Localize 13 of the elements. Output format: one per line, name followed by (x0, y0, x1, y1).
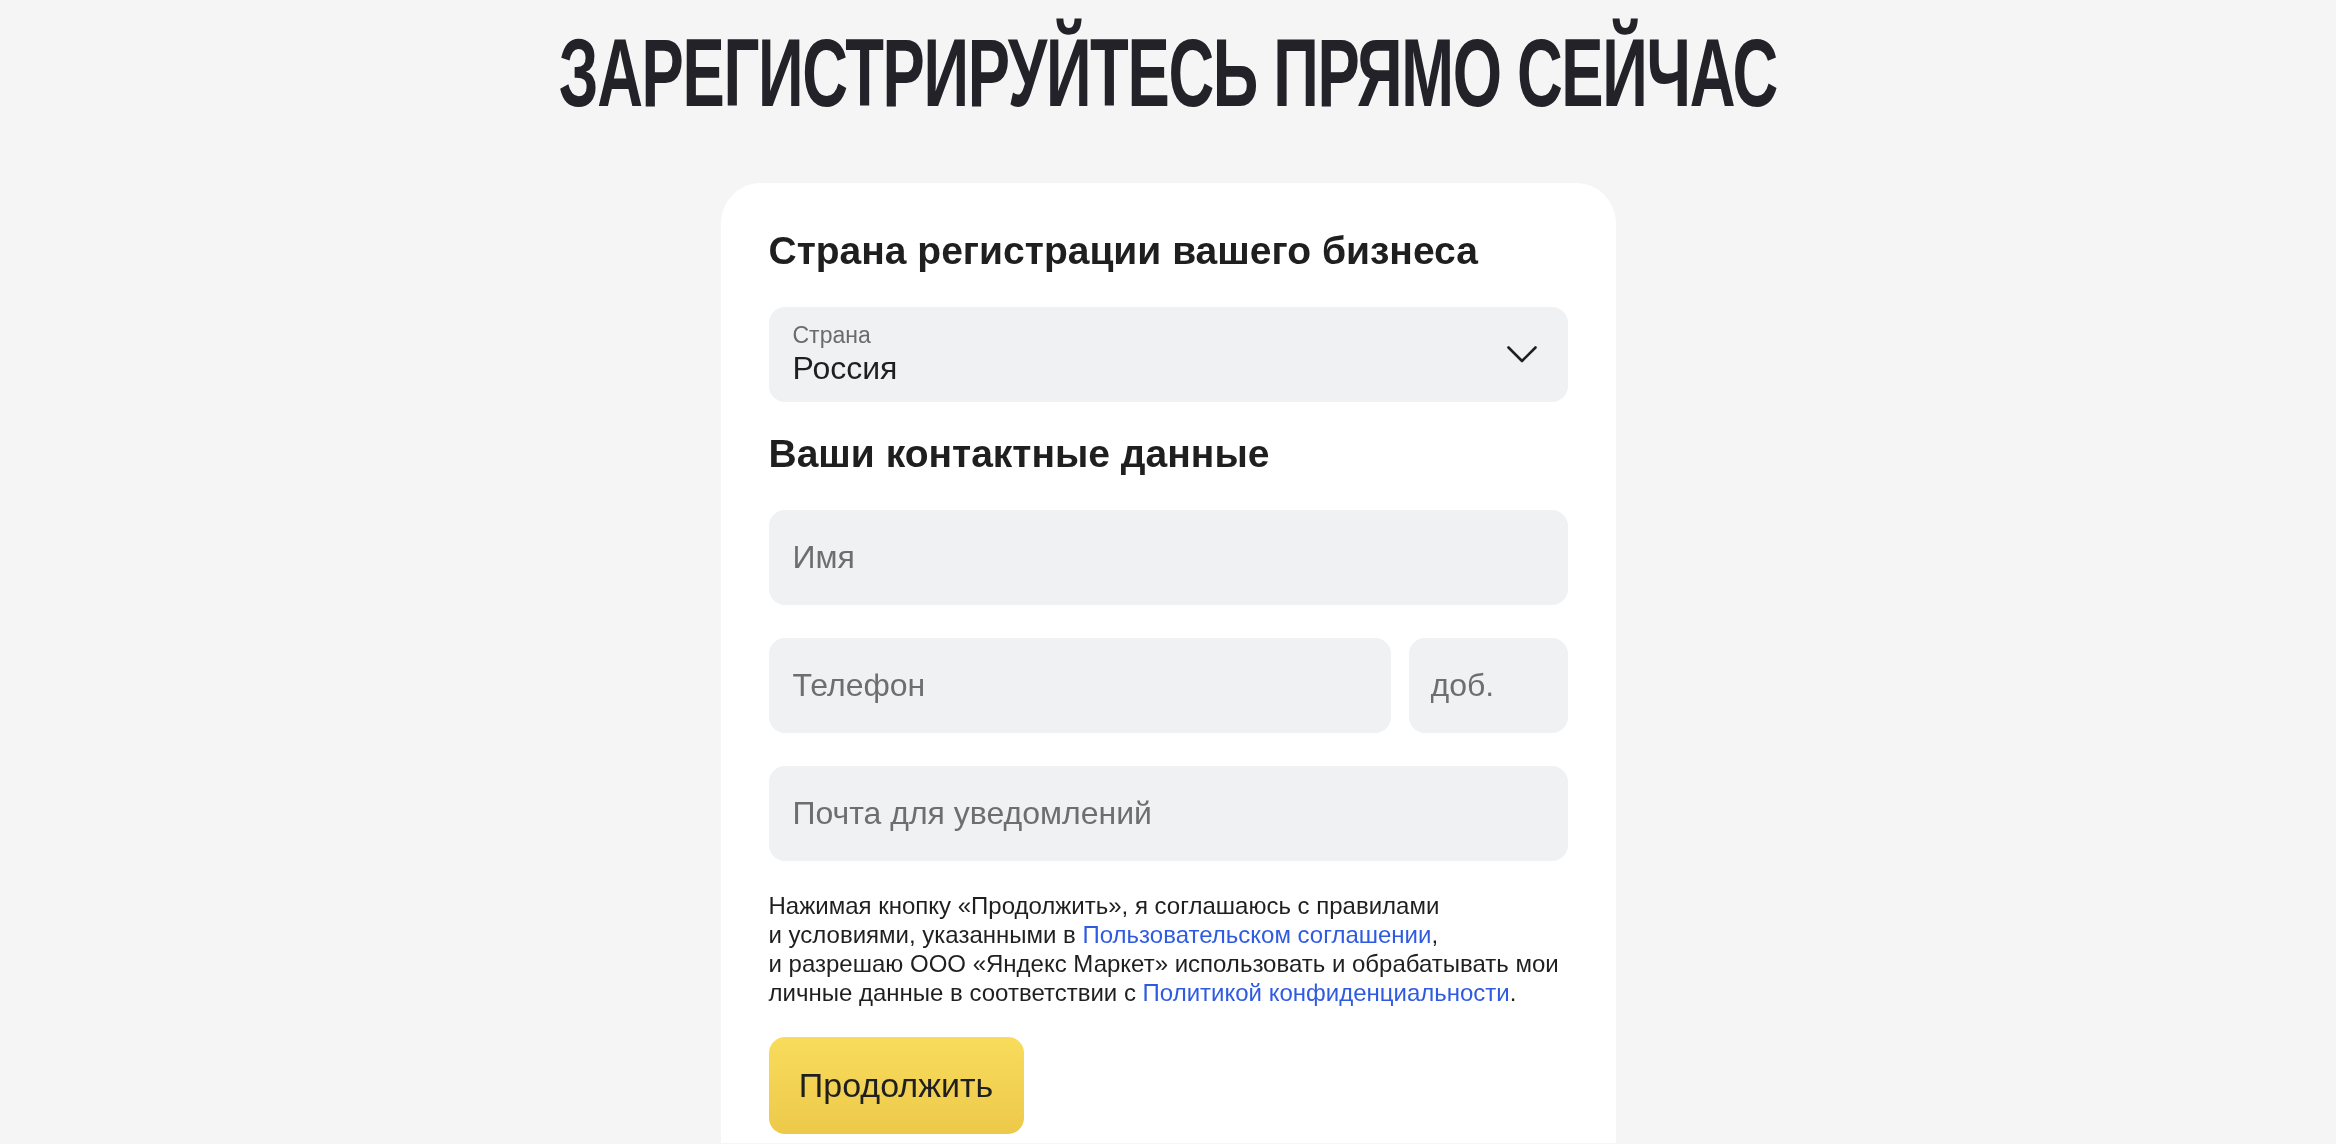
email-field[interactable]: Почта для уведомлений (768, 766, 1568, 861)
name-field[interactable]: Имя (768, 510, 1568, 605)
chevron-down-icon (1506, 346, 1537, 363)
section-heading: Страна регистрации вашего бизнеса (768, 228, 1478, 274)
consent-text: Нажимая кнопку «Продолжить», я соглашаюсь с правилами и условиями, указанными в Пользовательском соглашении, и разрешаю ООО «Яндекс Маркет» использовать и обрабатывать мои личные данные в соответствии с Политикой конфиденциальности. (768, 891, 1559, 1007)
section-heading: Ваши контактные данные (768, 431, 1270, 477)
continue-button[interactable]: Продолжить (768, 1037, 1024, 1134)
phone-field[interactable]: Телефон (768, 638, 1391, 733)
text-link[interactable]: Пользовательском соглашении (1082, 921, 1432, 948)
page-title: ЗАРЕГИСТРИРУЙТЕСЬ ПРЯМО СЕЙЧАС (558, 17, 1778, 128)
extension-field[interactable]: доб. (1408, 638, 1568, 733)
text-link[interactable]: Политикой конфиденциальности (1142, 979, 1510, 1006)
country-select[interactable]: Страна Россия (768, 307, 1568, 402)
